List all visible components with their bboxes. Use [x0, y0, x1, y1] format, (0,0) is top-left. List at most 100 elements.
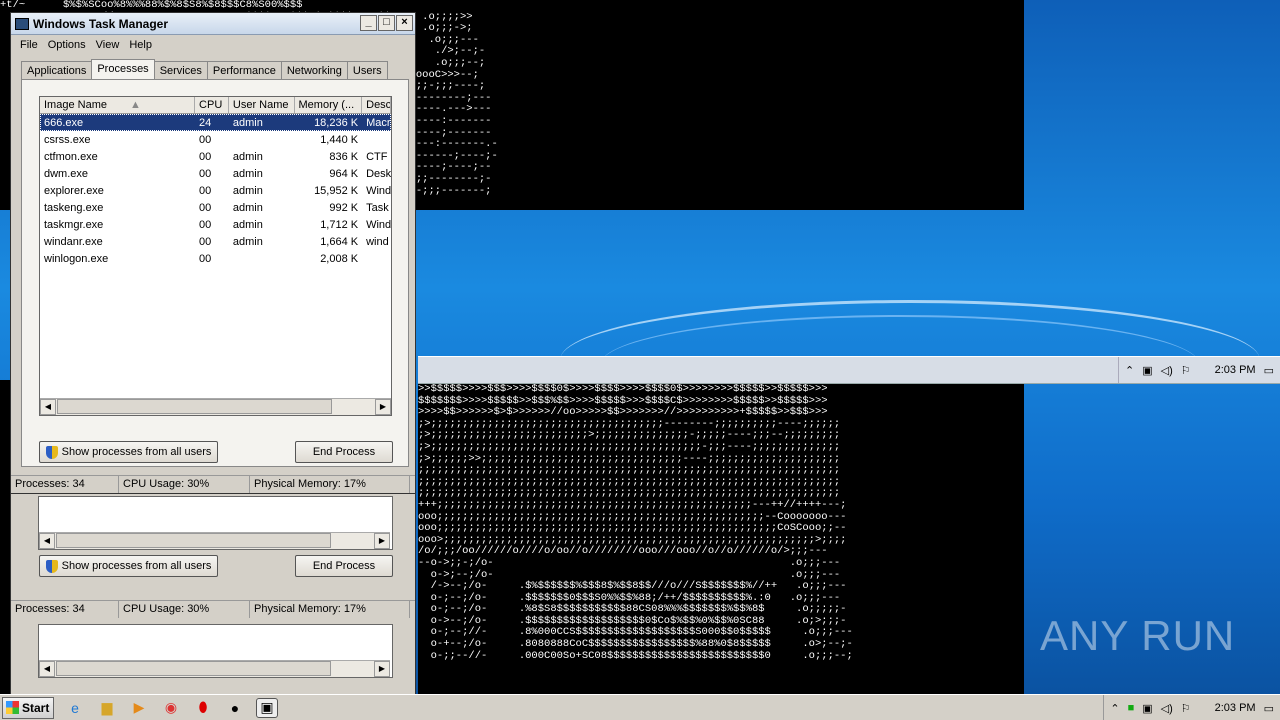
shield-icon: [45, 559, 58, 573]
process-user: admin: [232, 116, 263, 129]
process-name: explorer.exe: [44, 184, 104, 197]
process-mem: 1,712 K: [320, 218, 359, 231]
status-processes: Processes: 34: [11, 476, 119, 493]
process-row[interactable]: dwm.exe 00 admin 964 K Desk: [40, 165, 391, 182]
network-icon[interactable]: ▣: [1142, 364, 1152, 377]
process-user: admin: [232, 201, 263, 214]
console-line: +t/~ $%$%SCoo%8%%%88%$%8$S8%$8$$$C8%S00%…: [0, 0, 303, 11]
process-name: dwm.exe: [44, 167, 89, 180]
clock[interactable]: 2:03 PM: [1215, 702, 1256, 714]
scroll-left-icon: ◀: [39, 661, 55, 677]
process-name: csrss.exe: [44, 133, 91, 146]
process-row[interactable]: taskeng.exe 00 admin 992 K Task: [40, 199, 391, 216]
process-row[interactable]: winlogon.exe 00 2,008 K: [40, 250, 391, 267]
console-line: ooo;;;;;;;;;;;;;;;;;;;;;;;;;;;;;;;;;;;;;…: [418, 522, 847, 535]
scroll-thumb[interactable]: [57, 399, 332, 414]
window-title: Windows Task Manager: [33, 16, 169, 31]
menu-help[interactable]: Help: [124, 39, 157, 51]
process-mem: 992 K: [329, 201, 359, 214]
chevron-up-icon[interactable]: ⌃: [1110, 702, 1119, 715]
process-desc: Wind: [366, 184, 391, 197]
column-cpu[interactable]: CPU: [195, 97, 229, 113]
process-row[interactable]: windanr.exe 00 admin 1,664 K wind: [40, 233, 391, 250]
process-row[interactable]: explorer.exe 00 admin 15,952 K Wind: [40, 182, 391, 199]
console-line: ;>;;;;;;;;;;;;;;;;;;;;;;;;;;;;;;;;;;;;;;…: [418, 440, 841, 453]
black-circle-app-icon[interactable]: ●: [224, 698, 246, 718]
console-artifact-left: [0, 380, 10, 694]
maximize-button[interactable]: □: [378, 15, 395, 31]
tab-processes[interactable]: Processes: [91, 59, 155, 81]
process-cpu: 24: [199, 116, 212, 129]
close-button[interactable]: ×: [396, 15, 413, 31]
ghost-window-fragment: ◀ ▶: [10, 622, 416, 694]
ghost-end-process-button: End Process: [295, 555, 393, 577]
process-monitor-icon[interactable]: ■: [1128, 702, 1135, 714]
flag-icon[interactable]: ⚐: [1181, 364, 1191, 377]
chrome-icon[interactable]: ◉: [160, 698, 182, 718]
process-cpu: 00: [199, 184, 212, 197]
column-memory[interactable]: Memory (...: [295, 97, 363, 113]
task-manager-taskbar-icon[interactable]: ▣: [256, 697, 278, 718]
process-row[interactable]: csrss.exe 00 1,440 K: [40, 131, 391, 148]
tab-applications[interactable]: Applications: [21, 61, 93, 81]
process-row[interactable]: 666.exe 24 admin 18,236 K Macr: [40, 114, 391, 131]
menu-view[interactable]: View: [91, 39, 125, 51]
process-cpu: 00: [199, 133, 212, 146]
process-name: ctfmon.exe: [44, 150, 98, 163]
title-bar[interactable]: Windows Task Manager _ □ ×: [11, 13, 415, 35]
ghost-clock[interactable]: 2:03 PM: [1215, 364, 1256, 376]
folder-icon[interactable]: ▆: [96, 698, 118, 718]
shield-icon: [45, 445, 58, 459]
process-cpu: 00: [199, 150, 212, 163]
process-name: windanr.exe: [44, 235, 103, 248]
media-player-icon[interactable]: ▶: [128, 698, 150, 718]
menu-options[interactable]: Options: [43, 39, 91, 51]
anyrun-watermark: ANY RUN: [1040, 612, 1236, 659]
show-desktop-icon[interactable]: ▭: [1264, 702, 1274, 715]
status-memory: Physical Memory: 17%: [250, 476, 410, 493]
network-icon[interactable]: ▣: [1142, 702, 1152, 715]
scroll-right-icon[interactable]: ▶: [375, 399, 391, 415]
scroll-right-icon: ▶: [374, 661, 390, 677]
console-line: /->--;/o- .$%$$$$$$%$$$8$%$$8$$///o///S$…: [418, 580, 847, 593]
internet-explorer-icon[interactable]: e: [64, 698, 86, 718]
column-user-name[interactable]: User Name: [229, 97, 295, 113]
window-controls: _ □ ×: [360, 15, 413, 31]
process-row[interactable]: taskmgr.exe 00 admin 1,712 K Wind: [40, 216, 391, 233]
console-line: +++;;;;;;;;;;;;;;;;;;;;;;;;;;;;;;;;;;;;;…: [418, 498, 847, 511]
opera-icon[interactable]: ⬮: [192, 698, 214, 718]
process-row[interactable]: ctfmon.exe 00 admin 836 K CTF l: [40, 148, 391, 165]
column-image-name[interactable]: Image Name ▲: [40, 97, 196, 113]
taskbar: Start e ▆ ▶ ◉ ⬮ ● ▣ ⌃ ■ ▣ ◁) ⚐ 2:03 PM ▭: [0, 694, 1280, 720]
process-mem: 964 K: [329, 167, 359, 180]
process-mem: 1,664 K: [320, 235, 359, 248]
process-name: winlogon.exe: [44, 252, 109, 265]
status-bar: Processes: 34 CPU Usage: 30% Physical Me…: [11, 475, 415, 493]
process-list[interactable]: Image Name ▲ CPU User Name Memory (... D…: [39, 96, 392, 416]
scroll-left-icon[interactable]: ◀: [40, 399, 56, 415]
show-all-processes-button[interactable]: Show processes from all users: [39, 441, 218, 463]
tab-performance[interactable]: Performance: [206, 61, 282, 81]
process-desc: CTF l: [366, 150, 391, 163]
show-desktop-icon[interactable]: ▭: [1264, 364, 1274, 377]
task-manager-window: Windows Task Manager _ □ × File Options …: [10, 12, 416, 494]
process-mem: 15,952 K: [314, 184, 359, 197]
process-mem: 1,440 K: [320, 133, 359, 146]
volume-icon[interactable]: ◁): [1161, 364, 1173, 377]
process-mem: 18,236 K: [314, 116, 359, 129]
menu-file[interactable]: File: [15, 39, 43, 51]
chevron-up-icon[interactable]: ⌃: [1125, 364, 1134, 377]
flag-icon[interactable]: ⚐: [1181, 702, 1191, 715]
volume-icon[interactable]: ◁): [1161, 702, 1173, 715]
scroll-left-icon: ◀: [39, 533, 55, 549]
tab-users[interactable]: Users: [346, 61, 388, 81]
tab-services[interactable]: Services: [153, 61, 208, 81]
status-cpu: CPU Usage: 30%: [119, 476, 250, 493]
tab-networking[interactable]: Networking: [280, 61, 348, 81]
process-cpu: 00: [199, 252, 212, 265]
column-description[interactable]: Desc: [362, 97, 391, 113]
minimize-button[interactable]: _: [360, 15, 377, 31]
horizontal-scrollbar[interactable]: ◀ ▶: [40, 398, 391, 415]
end-process-button[interactable]: End Process: [295, 441, 393, 463]
start-button[interactable]: Start: [2, 696, 54, 719]
